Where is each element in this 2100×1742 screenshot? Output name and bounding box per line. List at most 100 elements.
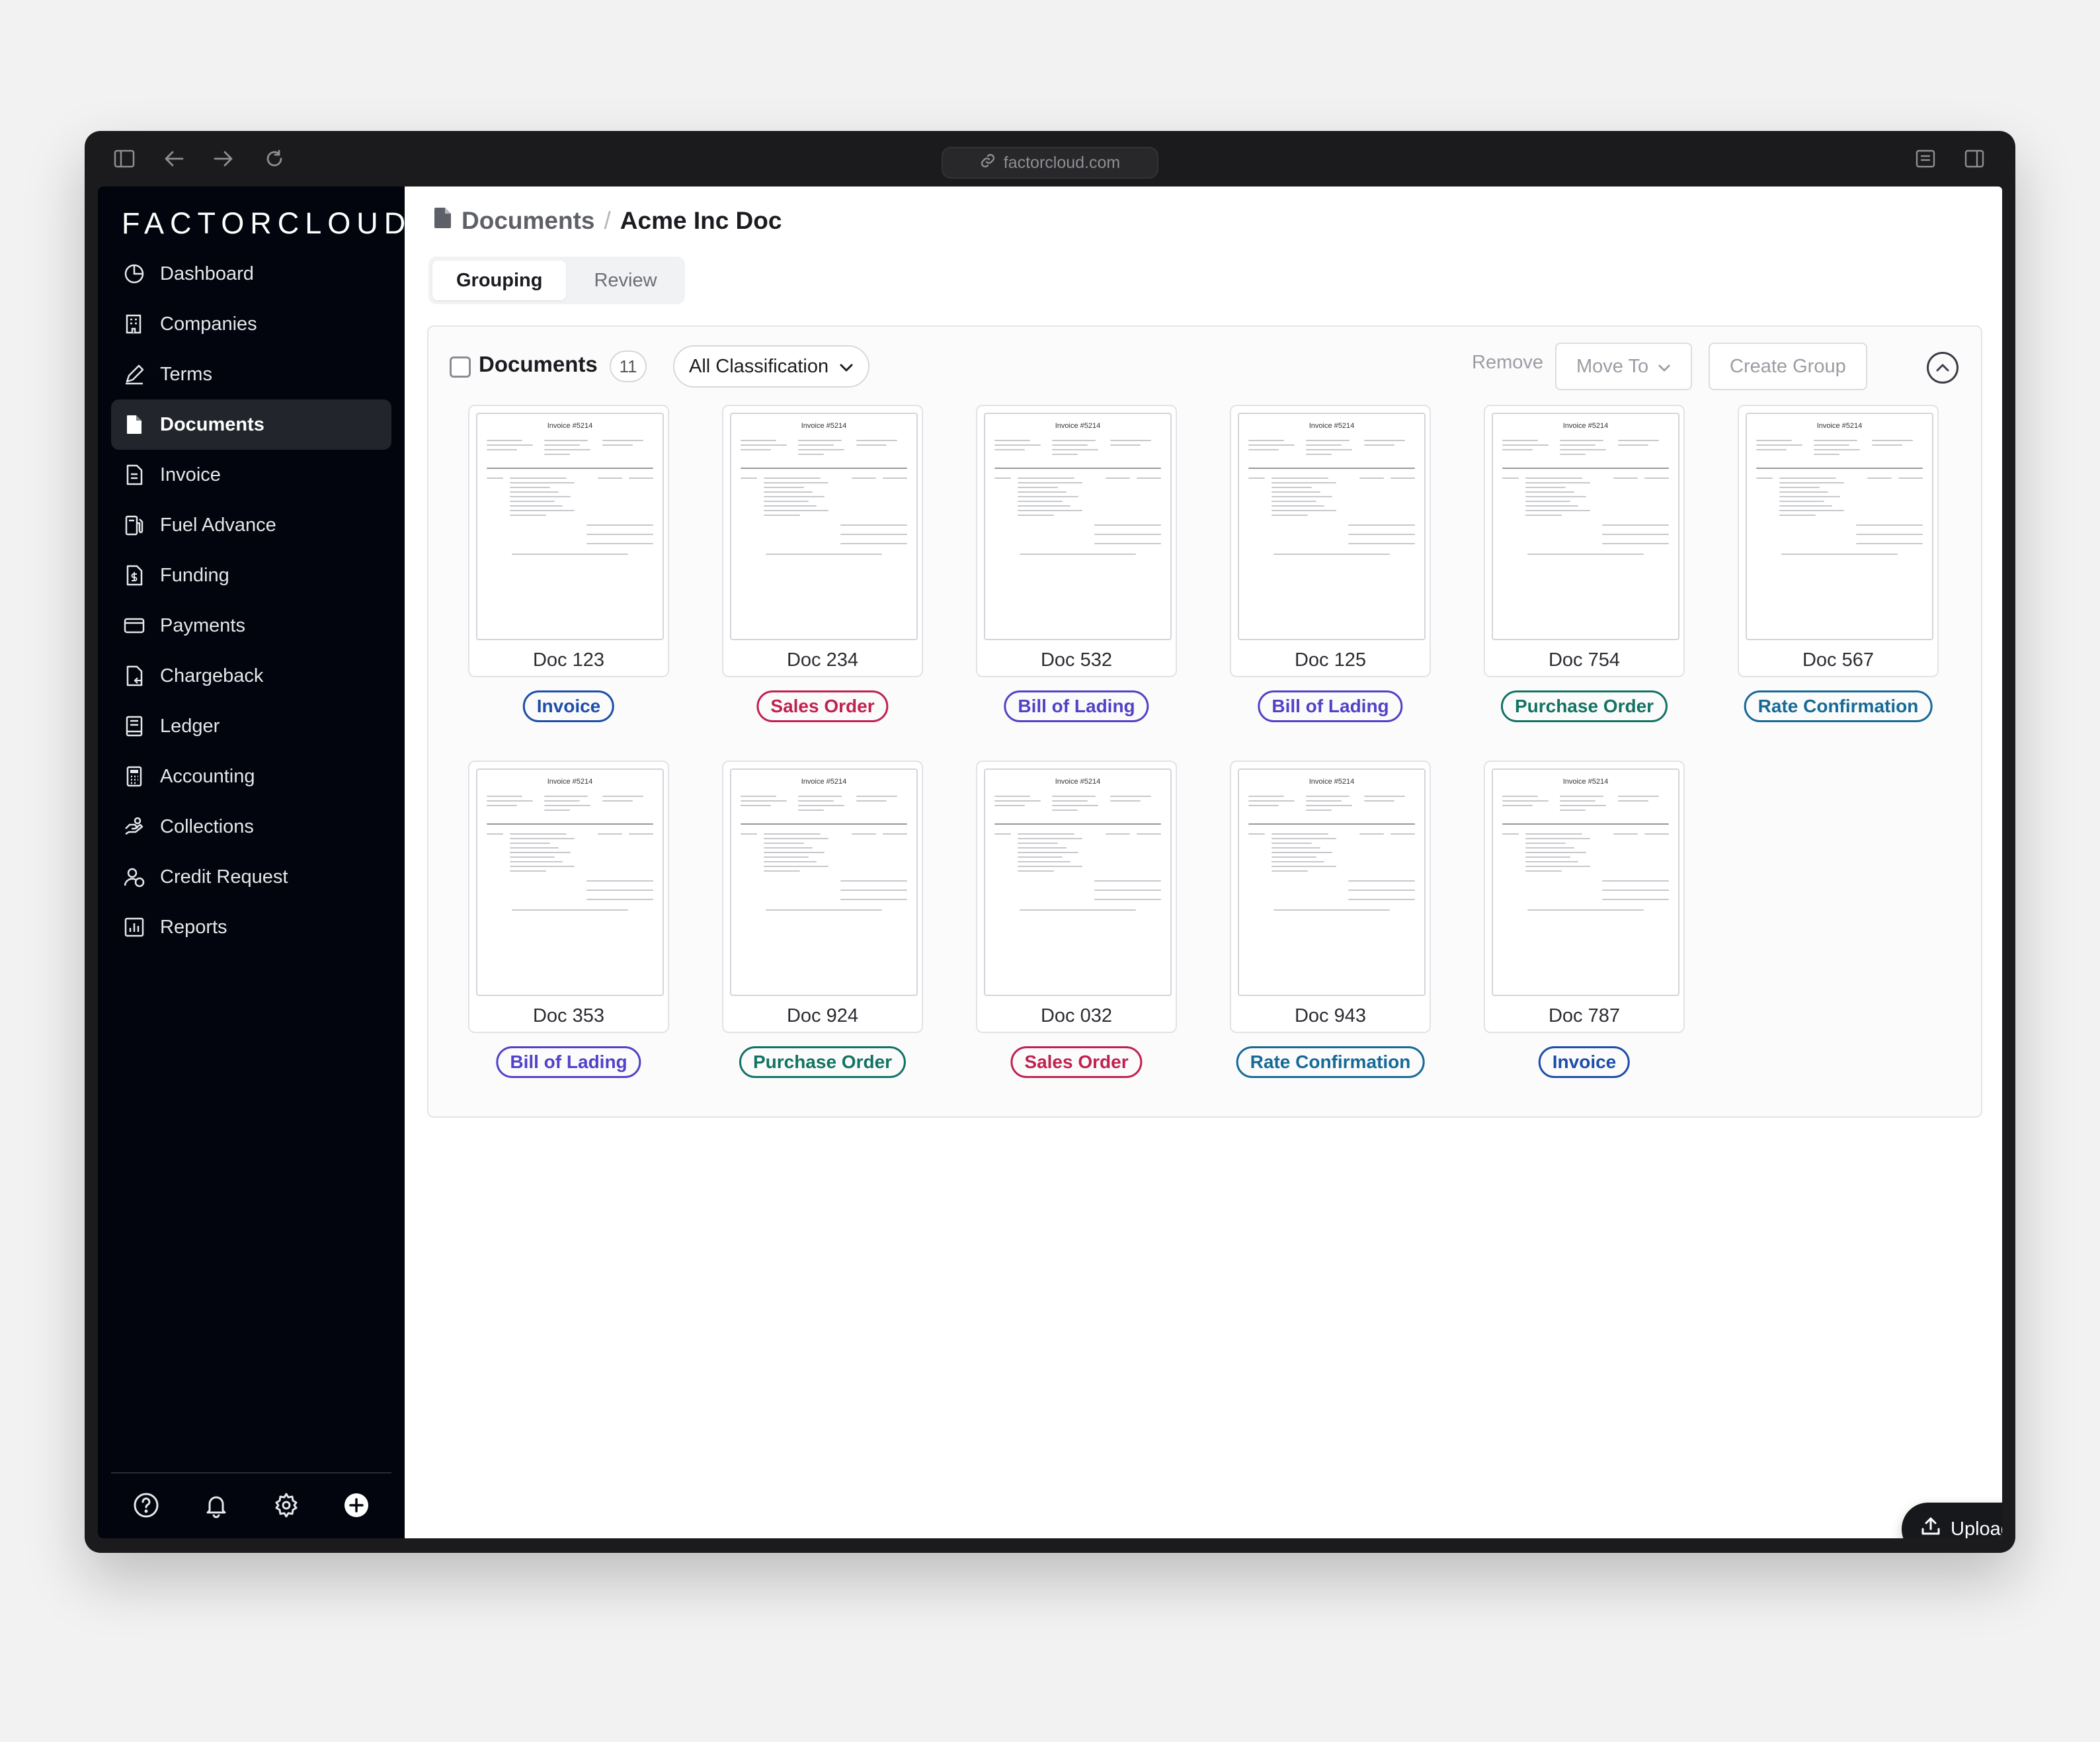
document-thumbnail[interactable]: Invoice #5214 Doc 234: [722, 405, 923, 677]
sidebar-item-documents[interactable]: Documents: [111, 399, 391, 450]
split-view-icon[interactable]: [1961, 145, 1988, 172]
document-card[interactable]: Invoice #5214 Doc 125 Bill of Lading: [1230, 405, 1431, 722]
classification-badge[interactable]: Purchase Order: [739, 1046, 907, 1078]
thumbnail-title: Invoice #5214: [1816, 422, 1863, 430]
classification-badge[interactable]: Invoice: [1538, 1046, 1631, 1078]
sidebar-nav: Dashboard Companies Terms Documents Invoice F…: [111, 249, 391, 952]
classification-badge[interactable]: Rate Confirmation: [1236, 1046, 1425, 1078]
sidebar-item-collections[interactable]: Collections: [111, 802, 391, 852]
document-card[interactable]: Invoice #5214 Doc 943 Rate Confirmation: [1230, 761, 1431, 1078]
move-to-button[interactable]: Move To: [1555, 343, 1693, 390]
remove-button[interactable]: Remove: [1472, 352, 1543, 374]
sidebar-item-label: Invoice: [160, 464, 221, 485]
chevron-down-icon: [1658, 356, 1671, 378]
help-icon[interactable]: [132, 1491, 161, 1520]
document-card[interactable]: Invoice #5214 Doc 532 Bill of Lading: [976, 405, 1177, 722]
document-thumbnail[interactable]: Invoice #5214 Doc 353: [468, 761, 669, 1033]
main-content: Documents / Acme Inc Doc Grouping Review…: [405, 187, 2002, 1538]
classification-badge[interactable]: Invoice: [522, 690, 615, 722]
document-preview: Invoice #5214: [1746, 413, 1933, 640]
classification-badge[interactable]: Rate Confirmation: [1744, 690, 1933, 722]
document-preview: Invoice #5214: [730, 413, 918, 640]
thumbnail-title: Invoice #5214: [1562, 422, 1609, 430]
sidebar-footer: [111, 1485, 391, 1525]
document-thumbnail[interactable]: Invoice #5214 Doc 123: [468, 405, 669, 677]
bell-icon[interactable]: [202, 1491, 231, 1520]
thumbnail-title: Invoice #5214: [801, 422, 847, 430]
breadcrumb-separator: /: [604, 206, 611, 234]
sidebar-item-label: Chargeback: [160, 665, 264, 686]
document-name: Doc 532: [1040, 649, 1112, 671]
document-card[interactable]: Invoice #5214 Doc 924 Purchase Order: [722, 761, 923, 1078]
sidebar-item-funding[interactable]: Funding: [111, 550, 391, 601]
document-thumbnail[interactable]: Invoice #5214 Doc 125: [1230, 405, 1431, 677]
documents-count-badge: 11: [610, 351, 647, 382]
sidebar-item-ledger[interactable]: Ledger: [111, 701, 391, 751]
thumbnail-title: Invoice #5214: [1309, 422, 1355, 430]
app-window: FACTORCLOUD Dashboard Companies Terms Docum…: [98, 187, 2002, 1538]
document-card[interactable]: Invoice #5214 Doc 032 Sales Order: [976, 761, 1177, 1078]
document-name: Doc 032: [1040, 1005, 1112, 1026]
document-card[interactable]: Invoice #5214 Doc 567 Rate Confirmation: [1738, 405, 1939, 722]
document-thumbnail[interactable]: Invoice #5214 Doc 032: [976, 761, 1177, 1033]
document-thumbnail[interactable]: Invoice #5214 Doc 924: [722, 761, 923, 1033]
sidebar-item-label: Terms: [160, 363, 212, 385]
plus-circle-icon[interactable]: [342, 1491, 371, 1520]
tab-grouping[interactable]: Grouping: [432, 261, 567, 300]
document-thumbnail[interactable]: Invoice #5214 Doc 532: [976, 405, 1177, 677]
document-name: Doc 125: [1294, 649, 1366, 671]
pen-icon: [126, 364, 144, 385]
sidebar-item-terms[interactable]: Terms: [111, 349, 391, 399]
document-thumbnail[interactable]: Invoice #5214 Doc 787: [1484, 761, 1685, 1033]
document-card[interactable]: Invoice #5214 Doc 123 Invoice: [468, 405, 669, 722]
document-card[interactable]: Invoice #5214 Doc 787 Invoice: [1484, 761, 1685, 1078]
document-thumbnail[interactable]: Invoice #5214 Doc 754: [1484, 405, 1685, 677]
sidebar-item-label: Funding: [160, 564, 229, 586]
document-card[interactable]: Invoice #5214 Doc 754 Purchase Order: [1484, 405, 1685, 722]
classification-badge[interactable]: Bill of Lading: [496, 1046, 641, 1078]
documents-toolbar: Documents 11 All Classification Remove M…: [428, 327, 1981, 405]
sidebar-item-fuel-advance[interactable]: Fuel Advance: [111, 500, 391, 550]
sidebar-item-payments[interactable]: Payments: [111, 601, 391, 651]
sidebar-item-accounting[interactable]: Accounting: [111, 751, 391, 802]
address-bar[interactable]: factorcloud.com: [942, 147, 1158, 179]
card-icon: [124, 618, 145, 634]
collections-icon: [125, 817, 143, 835]
breadcrumb-parent[interactable]: Documents: [462, 207, 594, 235]
reload-icon[interactable]: [261, 145, 288, 172]
credit-request-icon: [124, 868, 145, 888]
select-all-checkbox[interactable]: [450, 356, 471, 378]
sidebar-item-invoice[interactable]: Invoice: [111, 450, 391, 500]
sidebar-item-chargeback[interactable]: Chargeback: [111, 651, 391, 701]
classification-filter-dropdown[interactable]: All Classification: [673, 345, 870, 388]
document-card[interactable]: Invoice #5214 Doc 353 Bill of Lading: [468, 761, 669, 1078]
document-thumbnail[interactable]: Invoice #5214 Doc 943: [1230, 761, 1431, 1033]
create-group-button[interactable]: Create Group: [1709, 343, 1867, 390]
thumbnail-title: Invoice #5214: [1055, 778, 1101, 786]
document-icon: [127, 415, 141, 434]
document-name: Doc 924: [786, 1005, 858, 1026]
sidebar-item-credit-request[interactable]: Credit Request: [111, 852, 391, 902]
forward-arrow-icon[interactable]: [210, 145, 237, 172]
sidebar-item-dashboard[interactable]: Dashboard: [111, 249, 391, 299]
classification-badge[interactable]: Bill of Lading: [1258, 690, 1403, 722]
classification-badge[interactable]: Sales Order: [756, 690, 889, 722]
thumbnail-title: Invoice #5214: [1562, 778, 1609, 786]
document-thumbnail[interactable]: Invoice #5214 Doc 567: [1738, 405, 1939, 677]
link-icon: [980, 153, 996, 173]
classification-badge[interactable]: Purchase Order: [1500, 690, 1668, 722]
sidebar-item-reports[interactable]: Reports: [111, 902, 391, 952]
upload-button[interactable]: Upload: [1902, 1503, 2002, 1538]
sidebar-toggle-icon[interactable]: [111, 145, 138, 172]
classification-badge[interactable]: Sales Order: [1010, 1046, 1143, 1078]
sidebar-item-companies[interactable]: Companies: [111, 299, 391, 349]
document-preview: Invoice #5214: [1238, 768, 1426, 996]
back-arrow-icon[interactable]: [161, 145, 187, 172]
reader-mode-icon[interactable]: [1912, 145, 1939, 172]
document-preview: Invoice #5214: [1492, 768, 1679, 996]
document-card[interactable]: Invoice #5214 Doc 234 Sales Order: [722, 405, 923, 722]
collapse-panel-icon[interactable]: [1927, 352, 1959, 384]
tab-review[interactable]: Review: [570, 261, 680, 300]
gear-icon[interactable]: [272, 1491, 301, 1520]
classification-badge[interactable]: Bill of Lading: [1004, 690, 1149, 722]
